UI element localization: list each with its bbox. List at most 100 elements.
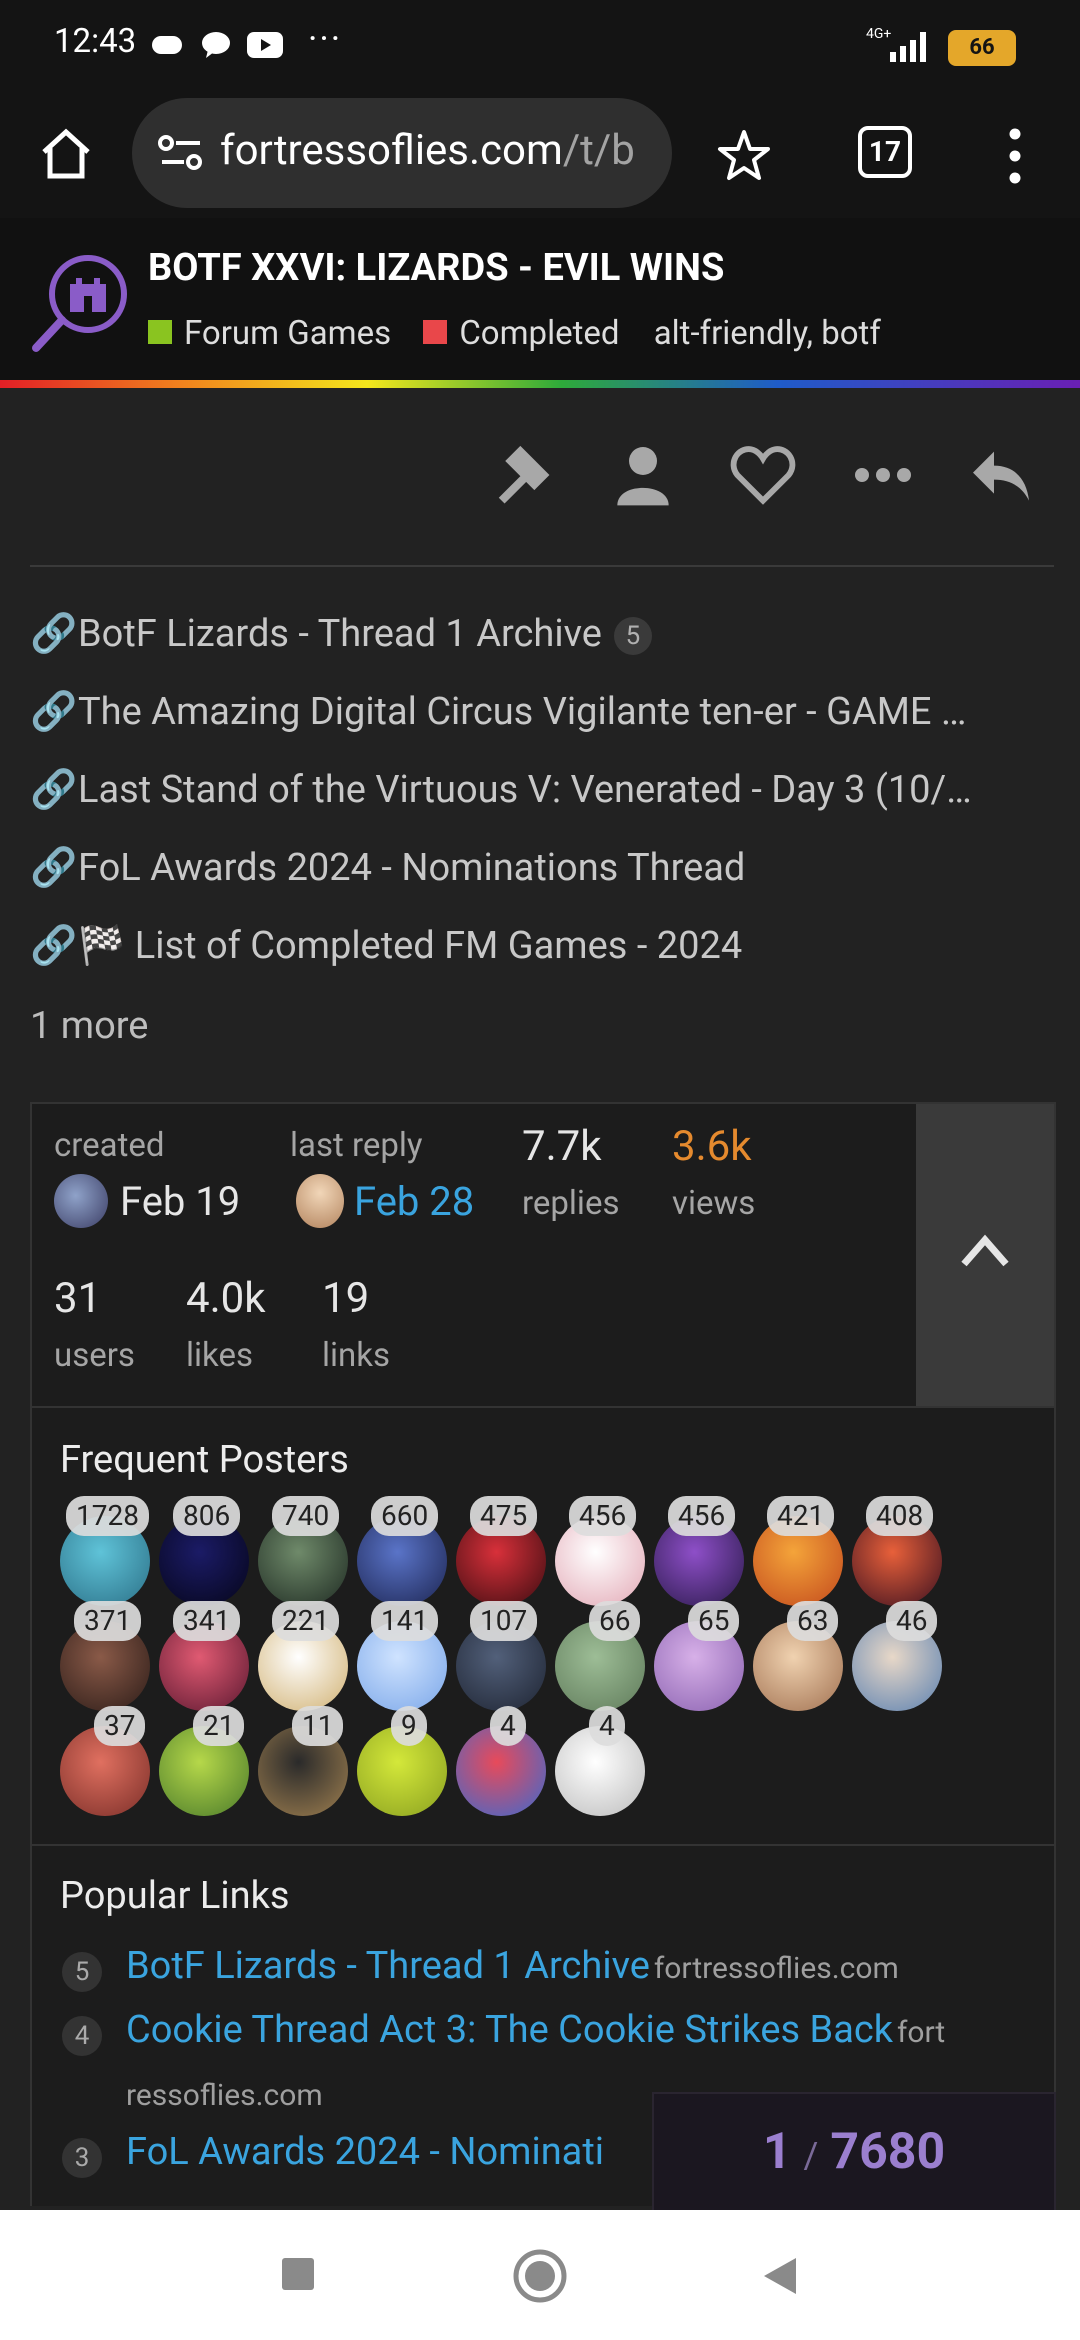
post-progress-indicator[interactable]: 1 / 7680 <box>652 2092 1056 2212</box>
poster-post-count: 107 <box>470 1601 538 1641</box>
divider <box>30 565 1054 567</box>
home-icon[interactable] <box>38 126 94 182</box>
linked-topic[interactable]: 🔗BotF Lizards - Thread 1 Archive 5 <box>30 612 1050 656</box>
views-label: views <box>672 1184 756 1223</box>
poster-avatar-item[interactable]: 475 <box>456 1496 552 1612</box>
poster-post-count: 660 <box>371 1496 439 1536</box>
category-forum-games[interactable]: Forum Games <box>184 314 391 353</box>
poster-avatar-item[interactable]: 371 <box>60 1601 156 1717</box>
poster-avatar-item[interactable]: 456 <box>654 1496 750 1612</box>
status-more: ··· <box>308 18 343 60</box>
poster-avatar-item[interactable]: 66 <box>555 1601 651 1717</box>
bookmark-star-icon[interactable] <box>716 128 772 184</box>
poster-avatar-item[interactable]: 21 <box>159 1706 255 1822</box>
linked-topic-title[interactable]: FoL Awards 2024 - Nominations Thread <box>78 846 745 890</box>
poster-avatar-item[interactable]: 65 <box>654 1601 750 1717</box>
popular-links-heading: Popular Links <box>60 1874 290 1918</box>
site-settings-icon[interactable] <box>158 134 204 174</box>
poster-avatar-item[interactable]: 63 <box>753 1601 849 1717</box>
last-reply-label: last reply <box>290 1126 423 1165</box>
creator-avatar[interactable] <box>54 1174 108 1228</box>
poster-avatar-item[interactable]: 341 <box>159 1601 255 1717</box>
poster-avatar-item[interactable]: 408 <box>852 1496 948 1612</box>
poster-avatar-item[interactable]: 46 <box>852 1601 948 1717</box>
popular-link-row[interactable]: FoL Awards 2024 - Nominati <box>126 2130 604 2174</box>
likes-count: 4.0k <box>186 1274 266 1323</box>
checkered-flag-icon: 🏁 <box>78 924 126 968</box>
linked-topic-title[interactable]: List of Completed FM Games - 2024 <box>135 924 742 968</box>
linked-topic[interactable]: 🔗Last Stand of the Virtuous V: Venerated… <box>30 768 1050 812</box>
popular-link-title[interactable]: FoL Awards 2024 - Nominati <box>126 2130 604 2174</box>
more-options-icon[interactable] <box>848 440 918 510</box>
poster-avatar-item[interactable]: 107 <box>456 1601 552 1717</box>
poster-avatar-item[interactable]: 11 <box>258 1706 354 1822</box>
tab-switcher-button[interactable]: 17 <box>858 126 912 178</box>
topic-header: BOTF XXVI: LIZARDS - EVIL WINS Forum Gam… <box>0 218 1080 380</box>
linked-topic-title[interactable]: The Amazing Digital Circus Vigilante ten… <box>78 690 966 734</box>
topic-tags[interactable]: alt-friendly, botf <box>654 314 881 353</box>
home-circle-icon[interactable] <box>512 2248 568 2304</box>
topic-categories: Forum Games Completed alt-friendly, botf <box>148 314 881 353</box>
address-bar[interactable]: fortressoflies.com/t/b <box>132 98 672 208</box>
linked-topic[interactable]: 🔗The Amazing Digital Circus Vigilante te… <box>30 690 1050 734</box>
users-count: 31 <box>54 1274 102 1323</box>
site-logo-icon[interactable] <box>30 250 130 360</box>
game-controller-icon <box>152 36 182 54</box>
poster-avatar-item[interactable]: 421 <box>753 1496 849 1612</box>
poster-avatar-item[interactable]: 740 <box>258 1496 354 1612</box>
linked-topic-title[interactable]: BotF Lizards - Thread 1 Archive <box>78 612 602 656</box>
topic-title[interactable]: BOTF XXVI: LIZARDS - EVIL WINS <box>148 246 724 290</box>
link-chain-icon: 🔗 <box>30 690 78 734</box>
battery-level: 66 <box>969 35 995 60</box>
link-click-count: 5 <box>613 616 652 655</box>
collapse-topic-map-button[interactable] <box>916 1104 1054 1408</box>
poster-post-count: 221 <box>272 1601 340 1641</box>
browser-menu-icon[interactable] <box>1004 126 1026 186</box>
poster-avatar-item[interactable]: 37 <box>60 1706 156 1822</box>
poster-post-count: 408 <box>866 1496 934 1536</box>
popular-link-title[interactable]: BotF Lizards - Thread 1 Archive <box>126 1944 650 1988</box>
back-triangle-icon[interactable] <box>760 2254 800 2298</box>
links-label: links <box>322 1336 391 1375</box>
admin-wrench-icon[interactable] <box>490 440 560 510</box>
linked-topic-title[interactable]: Last Stand of the Virtuous V: Venerated … <box>78 768 972 812</box>
more-links-button[interactable]: 1 more <box>30 1004 148 1048</box>
poster-avatar-item[interactable]: 456 <box>555 1496 651 1612</box>
poster-avatar-item[interactable]: 221 <box>258 1601 354 1717</box>
total-posts: 7680 <box>830 2123 946 2181</box>
poster-post-count: 21 <box>193 1706 245 1746</box>
popular-link-row[interactable]: BotF Lizards - Thread 1 Archive fortress… <box>126 1944 899 1988</box>
current-post-number: 1 <box>762 2123 792 2181</box>
last-reply-date[interactable]: Feb 28 <box>354 1178 474 1225</box>
link-chain-icon: 🔗 <box>30 846 78 890</box>
recents-square-icon[interactable] <box>282 2258 314 2290</box>
reply-icon[interactable] <box>966 440 1036 510</box>
poster-avatar-item[interactable]: 1728 <box>60 1496 156 1612</box>
poster-avatar-item[interactable]: 4 <box>456 1706 552 1822</box>
link-chain-icon: 🔗 <box>30 612 78 656</box>
user-icon[interactable] <box>608 440 678 510</box>
poster-avatar-item[interactable]: 4 <box>555 1706 651 1822</box>
created-date[interactable]: Feb 19 <box>120 1178 240 1225</box>
popular-link-title[interactable]: Cookie Thread Act 3: The Cookie Strikes … <box>126 2008 893 2052</box>
linked-topic[interactable]: 🔗FoL Awards 2024 - Nominations Thread <box>30 846 1050 890</box>
status-bar: 12:43 ··· 4G+ 66 <box>0 0 1080 90</box>
category-completed[interactable]: Completed <box>459 314 619 353</box>
poster-post-count: 341 <box>173 1601 241 1641</box>
poster-avatar-item[interactable]: 660 <box>357 1496 453 1612</box>
linked-topic[interactable]: 🔗🏁 List of Completed FM Games - 2024 <box>30 924 1050 968</box>
url-text[interactable]: fortressoflies.com/t/b <box>220 126 660 175</box>
poster-post-count: 740 <box>272 1496 340 1536</box>
popular-link-row[interactable]: Cookie Thread Act 3: The Cookie Strikes … <box>126 2008 945 2052</box>
replies-label: replies <box>522 1184 620 1223</box>
battery-icon: 66 <box>948 30 1016 66</box>
frequent-posters-section: Frequent Posters 1728 806 740 660 475 456 456 4… <box>30 1406 1056 1846</box>
like-heart-icon[interactable] <box>728 440 798 510</box>
poster-post-count: 4 <box>490 1706 526 1746</box>
poster-post-count: 1728 <box>66 1496 149 1536</box>
poster-avatar-item[interactable]: 9 <box>357 1706 453 1822</box>
poster-avatar-item[interactable]: 806 <box>159 1496 255 1612</box>
last-replier-avatar[interactable] <box>296 1174 344 1228</box>
url-path: /t/b <box>562 126 635 175</box>
poster-avatar-item[interactable]: 141 <box>357 1601 453 1717</box>
